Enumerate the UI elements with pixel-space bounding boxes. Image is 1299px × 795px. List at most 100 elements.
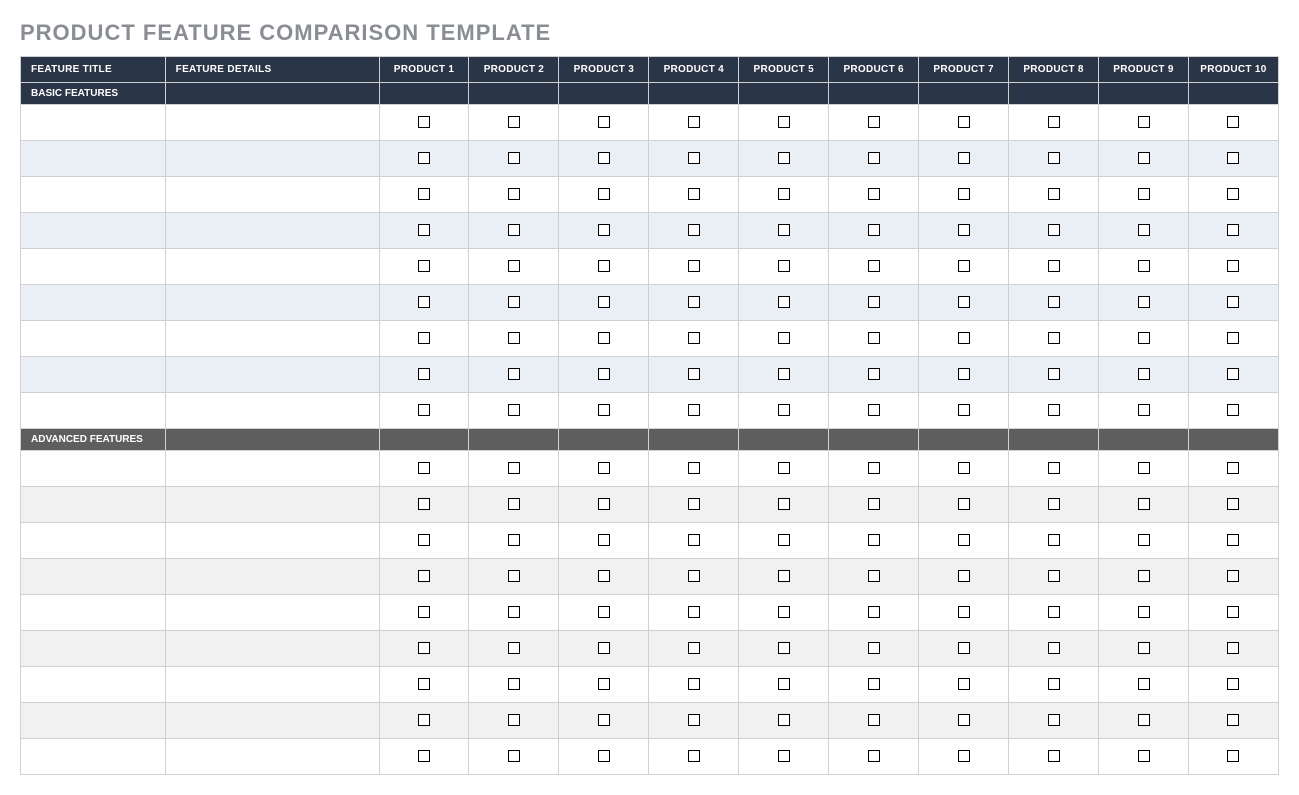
checkbox-icon[interactable] — [1138, 116, 1150, 128]
checkbox-icon[interactable] — [1048, 498, 1060, 510]
checkbox-icon[interactable] — [1138, 462, 1150, 474]
checkbox-icon[interactable] — [688, 570, 700, 582]
feature-details-cell[interactable] — [165, 141, 379, 177]
checkbox-icon[interactable] — [1138, 678, 1150, 690]
checkbox-icon[interactable] — [778, 404, 790, 416]
checkbox-icon[interactable] — [1227, 462, 1239, 474]
checkbox-icon[interactable] — [508, 368, 520, 380]
checkbox-icon[interactable] — [688, 332, 700, 344]
checkbox-icon[interactable] — [508, 714, 520, 726]
feature-details-cell[interactable] — [165, 321, 379, 357]
feature-title-cell[interactable] — [21, 631, 166, 667]
checkbox-icon[interactable] — [508, 570, 520, 582]
checkbox-icon[interactable] — [598, 678, 610, 690]
checkbox-icon[interactable] — [418, 750, 430, 762]
checkbox-icon[interactable] — [868, 116, 880, 128]
checkbox-icon[interactable] — [1227, 260, 1239, 272]
checkbox-icon[interactable] — [508, 224, 520, 236]
feature-details-cell[interactable] — [165, 739, 379, 775]
feature-title-cell[interactable] — [21, 285, 166, 321]
checkbox-icon[interactable] — [508, 498, 520, 510]
checkbox-icon[interactable] — [1227, 534, 1239, 546]
checkbox-icon[interactable] — [418, 462, 430, 474]
checkbox-icon[interactable] — [1227, 714, 1239, 726]
checkbox-icon[interactable] — [958, 332, 970, 344]
feature-title-cell[interactable] — [21, 667, 166, 703]
checkbox-icon[interactable] — [1138, 642, 1150, 654]
feature-details-cell[interactable] — [165, 631, 379, 667]
feature-details-cell[interactable] — [165, 357, 379, 393]
checkbox-icon[interactable] — [1048, 714, 1060, 726]
checkbox-icon[interactable] — [1138, 534, 1150, 546]
feature-details-cell[interactable] — [165, 523, 379, 559]
feature-details-cell[interactable] — [165, 595, 379, 631]
checkbox-icon[interactable] — [1138, 750, 1150, 762]
checkbox-icon[interactable] — [958, 642, 970, 654]
feature-title-cell[interactable] — [21, 177, 166, 213]
checkbox-icon[interactable] — [688, 260, 700, 272]
checkbox-icon[interactable] — [688, 498, 700, 510]
checkbox-icon[interactable] — [868, 678, 880, 690]
checkbox-icon[interactable] — [958, 152, 970, 164]
checkbox-icon[interactable] — [778, 260, 790, 272]
checkbox-icon[interactable] — [778, 498, 790, 510]
feature-details-cell[interactable] — [165, 249, 379, 285]
checkbox-icon[interactable] — [1227, 116, 1239, 128]
checkbox-icon[interactable] — [1227, 606, 1239, 618]
checkbox-icon[interactable] — [958, 116, 970, 128]
checkbox-icon[interactable] — [1048, 188, 1060, 200]
checkbox-icon[interactable] — [508, 116, 520, 128]
checkbox-icon[interactable] — [868, 570, 880, 582]
checkbox-icon[interactable] — [778, 116, 790, 128]
checkbox-icon[interactable] — [418, 498, 430, 510]
checkbox-icon[interactable] — [778, 606, 790, 618]
feature-details-cell[interactable] — [165, 105, 379, 141]
feature-title-cell[interactable] — [21, 321, 166, 357]
checkbox-icon[interactable] — [778, 332, 790, 344]
checkbox-icon[interactable] — [688, 642, 700, 654]
checkbox-icon[interactable] — [688, 606, 700, 618]
checkbox-icon[interactable] — [1048, 570, 1060, 582]
feature-details-cell[interactable] — [165, 213, 379, 249]
checkbox-icon[interactable] — [1227, 642, 1239, 654]
checkbox-icon[interactable] — [958, 224, 970, 236]
checkbox-icon[interactable] — [1227, 332, 1239, 344]
checkbox-icon[interactable] — [1138, 224, 1150, 236]
checkbox-icon[interactable] — [958, 498, 970, 510]
checkbox-icon[interactable] — [958, 368, 970, 380]
checkbox-icon[interactable] — [868, 404, 880, 416]
checkbox-icon[interactable] — [868, 714, 880, 726]
checkbox-icon[interactable] — [688, 534, 700, 546]
checkbox-icon[interactable] — [958, 534, 970, 546]
checkbox-icon[interactable] — [598, 606, 610, 618]
checkbox-icon[interactable] — [778, 570, 790, 582]
checkbox-icon[interactable] — [418, 152, 430, 164]
checkbox-icon[interactable] — [508, 606, 520, 618]
checkbox-icon[interactable] — [418, 404, 430, 416]
checkbox-icon[interactable] — [598, 188, 610, 200]
checkbox-icon[interactable] — [1138, 570, 1150, 582]
checkbox-icon[interactable] — [1048, 152, 1060, 164]
checkbox-icon[interactable] — [958, 678, 970, 690]
checkbox-icon[interactable] — [1227, 750, 1239, 762]
feature-details-cell[interactable] — [165, 285, 379, 321]
checkbox-icon[interactable] — [508, 750, 520, 762]
checkbox-icon[interactable] — [1048, 462, 1060, 474]
checkbox-icon[interactable] — [418, 224, 430, 236]
checkbox-icon[interactable] — [1138, 296, 1150, 308]
feature-details-cell[interactable] — [165, 177, 379, 213]
checkbox-icon[interactable] — [418, 606, 430, 618]
checkbox-icon[interactable] — [778, 368, 790, 380]
checkbox-icon[interactable] — [778, 296, 790, 308]
checkbox-icon[interactable] — [1227, 224, 1239, 236]
checkbox-icon[interactable] — [508, 260, 520, 272]
checkbox-icon[interactable] — [1227, 296, 1239, 308]
checkbox-icon[interactable] — [598, 224, 610, 236]
checkbox-icon[interactable] — [1048, 678, 1060, 690]
checkbox-icon[interactable] — [418, 678, 430, 690]
checkbox-icon[interactable] — [598, 260, 610, 272]
checkbox-icon[interactable] — [1227, 678, 1239, 690]
feature-details-cell[interactable] — [165, 451, 379, 487]
checkbox-icon[interactable] — [598, 152, 610, 164]
checkbox-icon[interactable] — [688, 188, 700, 200]
